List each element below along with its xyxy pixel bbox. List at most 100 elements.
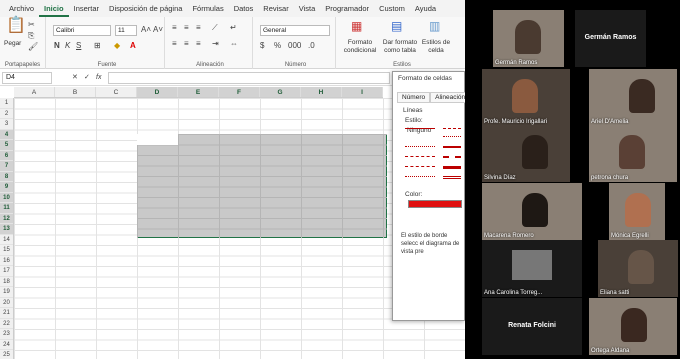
- tab-formulas[interactable]: Fórmulas: [187, 0, 228, 17]
- row-header[interactable]: 3: [0, 119, 13, 130]
- line-style-option[interactable]: [443, 166, 461, 169]
- column-header[interactable]: A: [14, 87, 55, 97]
- tab-custom[interactable]: Custom: [374, 0, 410, 17]
- tab-inicio[interactable]: Inicio: [39, 0, 69, 17]
- row-header[interactable]: 10: [0, 192, 13, 203]
- tab-ayuda[interactable]: Ayuda: [410, 0, 441, 17]
- tab-datos[interactable]: Datos: [229, 0, 259, 17]
- participant-tile[interactable]: Profe. Mauricio Irigallari: [482, 69, 570, 126]
- number-format-select[interactable]: General: [260, 25, 330, 36]
- merge-icon[interactable]: ⇔: [230, 39, 238, 49]
- participant-tile[interactable]: Mónica Egrelli: [609, 183, 665, 240]
- row-header[interactable]: 24: [0, 340, 13, 350]
- column-header[interactable]: H: [301, 87, 342, 97]
- row-header[interactable]: 21: [0, 308, 13, 319]
- cancel-icon[interactable]: ✕: [72, 73, 78, 83]
- column-header[interactable]: B: [55, 87, 96, 97]
- tab-revisar[interactable]: Revisar: [258, 0, 293, 17]
- align-middle-icon[interactable]: ≡: [184, 23, 189, 33]
- bold-icon[interactable]: N: [54, 41, 60, 51]
- decimal-icon[interactable]: .0: [308, 41, 315, 51]
- row-header[interactable]: 22: [0, 319, 13, 329]
- tab-insertar[interactable]: Insertar: [69, 0, 104, 17]
- currency-icon[interactable]: $: [260, 41, 264, 51]
- conditional-format-button[interactable]: Formato condicional: [341, 39, 379, 55]
- row-header[interactable]: 11: [0, 203, 13, 214]
- row-header[interactable]: 23: [0, 329, 13, 340]
- row-header[interactable]: 7: [0, 161, 13, 172]
- participant-tile[interactable]: petrona chura: [589, 125, 677, 182]
- row-header[interactable]: 17: [0, 266, 13, 277]
- line-style-option[interactable]: [405, 166, 435, 167]
- row-header[interactable]: 18: [0, 277, 13, 287]
- copy-icon[interactable]: ⎘: [28, 31, 34, 41]
- underline-icon[interactable]: S: [76, 41, 81, 51]
- format-painter-icon[interactable]: 🖌: [28, 42, 38, 52]
- align-right-icon[interactable]: ≡: [196, 39, 201, 49]
- participant-tile[interactable]: Ortega Aldana: [589, 298, 677, 355]
- row-header[interactable]: 15: [0, 245, 13, 256]
- name-box[interactable]: D4: [2, 72, 52, 84]
- line-style-option[interactable]: [405, 156, 435, 157]
- table-format-button[interactable]: Dar formato como tabla: [381, 39, 419, 55]
- participant-tile[interactable]: Ana Carolina Torreg...: [482, 240, 582, 297]
- color-picker[interactable]: [408, 200, 462, 208]
- italic-icon[interactable]: K: [65, 41, 70, 51]
- paste-button[interactable]: Pegar: [4, 40, 21, 47]
- participant-tile[interactable]: Renata Folcini: [482, 298, 582, 355]
- line-style-option[interactable]: [443, 128, 461, 129]
- line-style-option[interactable]: [405, 176, 435, 177]
- align-left-icon[interactable]: ≡: [172, 39, 177, 49]
- align-bottom-icon[interactable]: ≡: [196, 23, 201, 33]
- column-header[interactable]: G: [260, 87, 301, 97]
- tab-disposicion[interactable]: Disposición de página: [104, 0, 187, 17]
- participant-tile[interactable]: Eliana satti: [598, 240, 678, 297]
- line-style-option[interactable]: [405, 146, 435, 147]
- column-header[interactable]: D: [137, 87, 178, 97]
- dialog-tab-alineacion[interactable]: Alineación: [430, 92, 465, 103]
- row-header[interactable]: 19: [0, 287, 13, 298]
- formula-input[interactable]: [108, 72, 390, 84]
- wrap-text-icon[interactable]: ↵: [230, 23, 237, 33]
- row-header[interactable]: 20: [0, 298, 13, 308]
- tab-programador[interactable]: Programador: [320, 0, 374, 17]
- grow-font-icon[interactable]: A˄: [141, 25, 151, 35]
- row-header[interactable]: 9: [0, 182, 13, 193]
- percent-icon[interactable]: %: [274, 41, 281, 51]
- thousands-icon[interactable]: 000: [288, 41, 301, 51]
- row-header[interactable]: 2: [0, 109, 13, 119]
- cut-icon[interactable]: ✂: [28, 20, 35, 30]
- line-style-option[interactable]: [443, 156, 461, 158]
- participant-tile[interactable]: Silvina Díaz: [482, 125, 570, 182]
- row-header[interactable]: 6: [0, 150, 13, 161]
- tab-archivo[interactable]: Archivo: [4, 0, 39, 17]
- row-header[interactable]: 12: [0, 213, 13, 224]
- align-center-icon[interactable]: ≡: [184, 39, 189, 49]
- row-header[interactable]: 25: [0, 350, 13, 359]
- font-name-select[interactable]: Calibri: [53, 25, 111, 36]
- function-icon[interactable]: fx: [96, 73, 101, 83]
- column-header[interactable]: C: [96, 87, 137, 97]
- participant-tile[interactable]: Macarena Romero: [482, 183, 582, 240]
- participant-tile[interactable]: Germán Ramos: [493, 10, 564, 67]
- line-style-option[interactable]: [405, 128, 435, 129]
- borders-icon[interactable]: ⊞: [94, 41, 101, 51]
- enter-icon[interactable]: ✓: [84, 73, 90, 83]
- row-header[interactable]: 8: [0, 171, 13, 182]
- active-cell[interactable]: [137, 134, 178, 145]
- row-header[interactable]: 1: [0, 98, 13, 109]
- participant-tile[interactable]: Germán Ramos: [575, 10, 646, 67]
- row-header[interactable]: 16: [0, 256, 13, 266]
- column-header[interactable]: F: [219, 87, 260, 97]
- line-style-option[interactable]: [443, 146, 461, 148]
- participant-tile[interactable]: Ariel D'Amelia: [589, 69, 677, 126]
- dialog-tab-numero[interactable]: Número: [397, 92, 431, 103]
- align-top-icon[interactable]: ≡: [172, 23, 177, 33]
- row-header[interactable]: 14: [0, 235, 13, 245]
- row-header[interactable]: 13: [0, 224, 13, 235]
- tab-vista[interactable]: Vista: [294, 0, 321, 17]
- font-color-icon[interactable]: A: [130, 41, 136, 51]
- line-style-list[interactable]: [405, 124, 463, 184]
- line-style-option[interactable]: [443, 136, 461, 137]
- font-size-select[interactable]: 11: [115, 25, 137, 36]
